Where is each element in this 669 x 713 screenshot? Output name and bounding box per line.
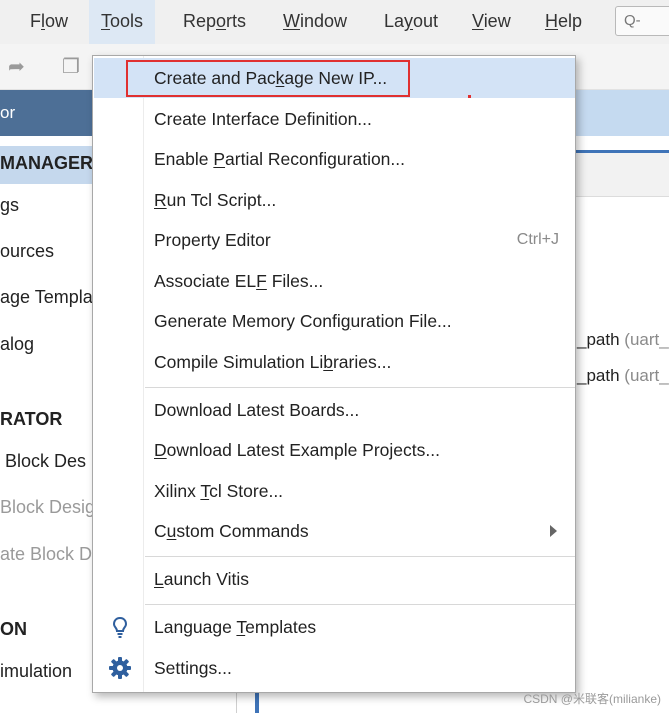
menu-item-label: Associate ELF Files... <box>154 271 324 291</box>
menu-reports[interactable]: Reports <box>171 0 258 44</box>
menu-item-run-tcl-script[interactable]: Run Tcl Script... <box>94 180 575 220</box>
nav-project-manager[interactable]: MANAGER <box>0 151 93 175</box>
menu-item-label: Enable Partial Reconfiguration... <box>154 149 406 169</box>
menu-item-custom-commands[interactable]: Custom Commands <box>94 511 575 551</box>
gear-icon <box>108 656 132 680</box>
copy-icon[interactable]: ❐ <box>62 54 80 79</box>
redo-icon[interactable]: ➦ <box>8 54 25 79</box>
annotation-highlight-box <box>126 60 410 97</box>
menu-separator <box>145 604 575 605</box>
watermark: CSDN @米联客(milianke) <box>523 692 661 706</box>
menu-tools[interactable]: Tools <box>89 0 156 44</box>
menu-item-label: Download Latest Example Projects... <box>154 440 440 460</box>
menu-item-associate-elf-files[interactable]: Associate ELF Files... <box>94 261 575 301</box>
nav-run-simulation[interactable]: imulation <box>0 659 72 683</box>
lightbulb-icon <box>108 615 132 639</box>
menu-item-settings[interactable]: Settings... <box>94 648 575 688</box>
menu-item-xilinx-tcl-store[interactable]: Xilinx Tcl Store... <box>94 471 575 511</box>
menubar: Flow Tools Reports Window Layout View He… <box>0 0 669 44</box>
menu-item-label: Language Templates <box>154 617 317 637</box>
nav-simulation[interactable]: ON <box>0 617 27 641</box>
nav-open-block-design: Block Desig <box>0 497 96 517</box>
quick-search-input[interactable]: Q- <box>615 6 669 36</box>
accelerator-label: Ctrl+J <box>516 231 559 248</box>
menu-item-download-example-projects[interactable]: Download Latest Example Projects... <box>94 430 575 470</box>
menu-view[interactable]: View <box>460 0 523 44</box>
menu-item-property-editor[interactable]: Property Editor Ctrl+J <box>94 220 575 260</box>
menu-item-download-latest-boards[interactable]: Download Latest Boards... <box>94 390 575 430</box>
menu-help[interactable]: Help <box>533 0 594 44</box>
menu-item-label: Xilinx Tcl Store... <box>154 481 284 501</box>
nav-ip-integrator[interactable]: RATOR <box>0 407 62 431</box>
code-line: _path (uart_ <box>577 366 669 385</box>
menu-item-label: Compile Simulation Libraries... <box>154 352 392 372</box>
nav-create-block-design[interactable]: Block Des <box>0 449 86 473</box>
menu-item-generate-memory-config[interactable]: Generate Memory Configuration File... <box>94 301 575 341</box>
tools-dropdown-menu: Create and Package New IP... Create Inte… <box>92 55 576 693</box>
code-line: _path (uart_ <box>577 330 669 349</box>
menu-item-compile-simulation-libraries[interactable]: Compile Simulation Libraries... <box>94 342 575 382</box>
nav-ip-catalog[interactable]: alog <box>0 332 34 356</box>
menu-separator <box>145 556 575 557</box>
menu-item-label: Run Tcl Script... <box>154 190 277 210</box>
menu-window[interactable]: Window <box>271 0 359 44</box>
menu-item-label: Launch Vitis <box>154 569 250 589</box>
nav-settings[interactable]: gs <box>0 193 19 217</box>
menu-item-label: Custom Commands <box>154 521 309 541</box>
submenu-arrow-icon <box>550 525 557 537</box>
menu-item-label: Generate Memory Configuration File... <box>154 311 452 331</box>
nav-add-sources[interactable]: ources <box>0 239 54 263</box>
menu-layout[interactable]: Layout <box>372 0 450 44</box>
menu-item-launch-vitis[interactable]: Launch Vitis <box>94 559 575 599</box>
menu-separator <box>145 387 575 388</box>
menu-item-language-templates[interactable]: Language Templates <box>94 607 575 647</box>
nav-generate-block-design: ate Block D <box>0 544 93 564</box>
menu-item-enable-partial-reconfiguration[interactable]: Enable Partial Reconfiguration... <box>94 139 575 179</box>
annotation-mark <box>468 95 471 98</box>
menu-flow[interactable]: Flow <box>18 0 80 44</box>
menu-item-create-interface-definition[interactable]: Create Interface Definition... <box>94 99 575 139</box>
search-icon-text: Q- <box>624 12 641 29</box>
nav-language-templates[interactable]: age Templa <box>0 285 93 309</box>
